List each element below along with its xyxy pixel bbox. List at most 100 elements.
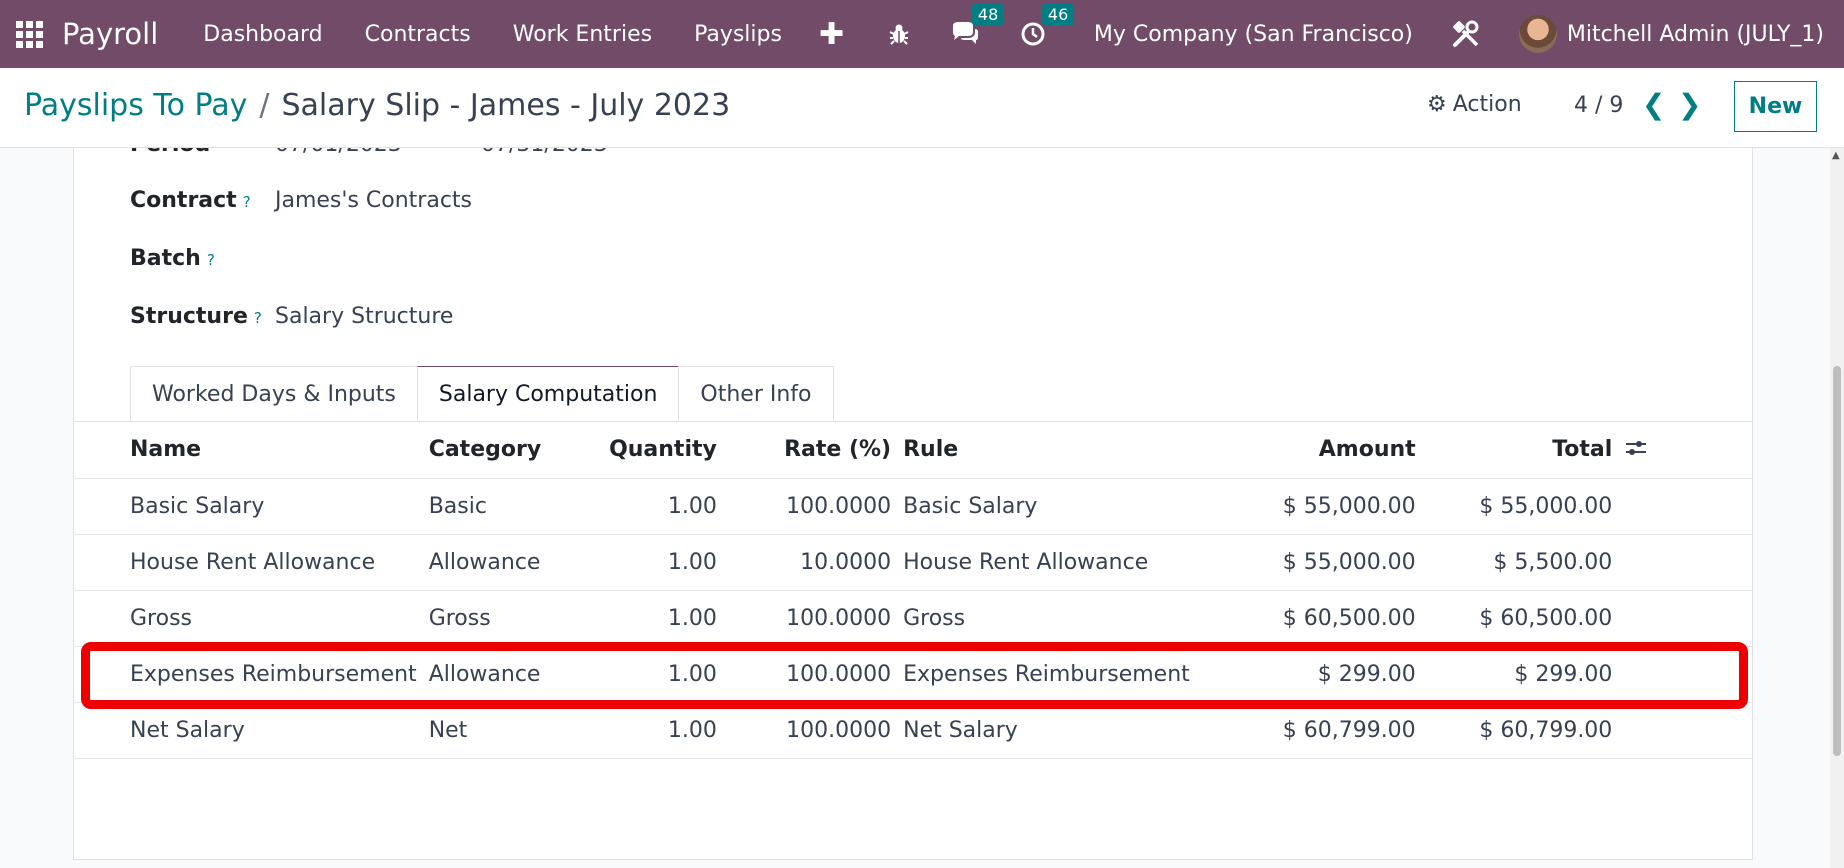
cell-spacer	[1618, 478, 1752, 535]
cell-total: $ 55,000.00	[1421, 478, 1619, 535]
tab-worked-days-inputs[interactable]: Worked Days & Inputs	[130, 366, 418, 421]
cell-name: Basic Salary	[74, 478, 423, 535]
table-header-row: Name Category Quantity Rate (%) Rule Amo…	[74, 422, 1752, 479]
pager-previous-icon[interactable]: ❮	[1642, 88, 1665, 121]
control-panel: Payslips To Pay / Salary Slip - James - …	[0, 68, 1844, 148]
structure-value[interactable]: Salary Structure	[275, 304, 453, 329]
column-header-amount[interactable]: Amount	[1196, 422, 1422, 479]
plus-icon[interactable]: ✚	[819, 17, 844, 52]
cell-category: Allowance	[422, 646, 589, 703]
menu-payslips[interactable]: Payslips	[673, 22, 803, 47]
breadcrumb: Payslips To Pay / Salary Slip - James - …	[24, 88, 730, 123]
cell-rule: Expenses Reimbursement	[897, 646, 1197, 703]
action-button[interactable]: ⚙ Action	[1427, 92, 1522, 117]
table-row-expenses-reimbursement[interactable]: Expenses Reimbursement Allowance 1.00 10…	[74, 646, 1752, 703]
menu-dashboard[interactable]: Dashboard	[182, 22, 343, 47]
pager-value[interactable]: 4 / 9	[1574, 93, 1623, 118]
cell-name: Gross	[74, 590, 423, 647]
batch-help-icon[interactable]: ?	[207, 251, 215, 269]
batch-field: Batch ?	[130, 246, 215, 271]
batch-label: Batch	[130, 246, 201, 271]
company-switcher[interactable]: My Company (San Francisco)	[1094, 22, 1413, 47]
cell-spacer	[1618, 534, 1752, 591]
cell-rule: Basic Salary	[897, 478, 1197, 535]
user-menu[interactable]: Mitchell Admin (JULY_1)	[1567, 22, 1824, 47]
table-row[interactable]: Gross Gross 1.00 100.0000 Gross $ 60,500…	[74, 590, 1752, 647]
column-header-category[interactable]: Category	[422, 422, 589, 479]
activities-badge: 46	[1041, 4, 1075, 25]
form-sheet: Period 07/01/2023 07/31/2023 Contract ? …	[73, 148, 1753, 860]
cell-spacer	[1618, 646, 1752, 703]
menu-work-entries[interactable]: Work Entries	[492, 22, 673, 47]
cell-rate: 100.0000	[722, 590, 898, 647]
sliders-icon[interactable]	[1624, 436, 1648, 464]
structure-field: Structure ? Salary Structure	[130, 304, 453, 329]
cell-category: Net	[422, 702, 589, 759]
cell-rate: 100.0000	[722, 478, 898, 535]
breadcrumb-current: Salary Slip - James - July 2023	[281, 88, 731, 123]
messages-icon[interactable]: 48	[950, 4, 1005, 47]
cell-rule: House Rent Allowance	[897, 534, 1197, 591]
column-header-total[interactable]: Total	[1421, 422, 1619, 479]
cell-rule: Gross	[897, 590, 1197, 647]
menu-contracts[interactable]: Contracts	[344, 22, 492, 47]
tab-salary-computation[interactable]: Salary Computation	[416, 366, 680, 421]
period-label: Period	[130, 148, 210, 157]
cell-quantity: 1.00	[588, 702, 723, 759]
breadcrumb-parent[interactable]: Payslips To Pay	[24, 88, 247, 123]
table-row[interactable]: House Rent Allowance Allowance 1.00 10.0…	[74, 534, 1752, 591]
column-header-rule[interactable]: Rule	[897, 422, 1197, 479]
optional-columns-toggle[interactable]	[1618, 422, 1752, 479]
period-to-value[interactable]: 07/31/2023	[481, 148, 608, 157]
period-field: Period 07/01/2023 07/31/2023	[130, 148, 608, 157]
column-header-quantity[interactable]: Quantity	[588, 422, 723, 479]
cell-quantity: 1.00	[588, 590, 723, 647]
app-brand[interactable]: Payroll	[62, 17, 158, 51]
contract-help-icon[interactable]: ?	[243, 193, 251, 211]
scroll-up-icon[interactable]: ▲	[1832, 150, 1840, 161]
app-grid-icon[interactable]	[14, 19, 44, 49]
breadcrumb-separator: /	[259, 88, 270, 123]
tab-other-info[interactable]: Other Info	[678, 366, 834, 421]
top-navbar: Payroll Dashboard Contracts Work Entries…	[0, 0, 1844, 68]
cell-total: $ 60,799.00	[1421, 702, 1619, 759]
column-header-rate[interactable]: Rate (%)	[722, 422, 898, 479]
cell-name: Expenses Reimbursement	[74, 646, 423, 703]
cell-rate: 100.0000	[722, 702, 898, 759]
salary-computation-table: Name Category Quantity Rate (%) Rule Amo…	[74, 422, 1752, 759]
debug-bug-icon[interactable]	[888, 22, 910, 46]
contract-field: Contract ? James's Contracts	[130, 188, 472, 213]
cell-quantity: 1.00	[588, 478, 723, 535]
page-scrollbar[interactable]: ▲	[1830, 148, 1844, 868]
cell-spacer	[1618, 590, 1752, 647]
table-row[interactable]: Net Salary Net 1.00 100.0000 Net Salary …	[74, 702, 1752, 759]
cell-rule: Net Salary	[897, 702, 1197, 759]
cell-amount: $ 60,500.00	[1196, 590, 1422, 647]
messages-badge: 48	[971, 4, 1005, 25]
cell-rate: 100.0000	[722, 646, 898, 703]
cell-total: $ 299.00	[1421, 646, 1619, 703]
cell-amount: $ 60,799.00	[1196, 702, 1422, 759]
pager-next-icon[interactable]: ❯	[1678, 88, 1701, 121]
notebook-tabs: Worked Days & Inputs Salary Computation …	[130, 366, 834, 421]
table-row[interactable]: Basic Salary Basic 1.00 100.0000 Basic S…	[74, 478, 1752, 535]
period-from-value[interactable]: 07/01/2023	[275, 148, 402, 157]
structure-label: Structure	[130, 304, 248, 329]
column-header-name[interactable]: Name	[74, 422, 423, 479]
gear-icon: ⚙	[1427, 92, 1447, 117]
user-avatar[interactable]	[1518, 15, 1557, 53]
cell-amount: $ 55,000.00	[1196, 534, 1422, 591]
structure-help-icon[interactable]: ?	[254, 309, 262, 327]
scrollbar-thumb[interactable]	[1833, 366, 1841, 756]
contract-label: Contract	[130, 188, 237, 213]
cell-name: House Rent Allowance	[74, 534, 423, 591]
cell-quantity: 1.00	[588, 534, 723, 591]
cell-quantity: 1.00	[588, 646, 723, 703]
cell-amount: $ 299.00	[1196, 646, 1422, 703]
new-button[interactable]: New	[1734, 81, 1817, 132]
settings-tools-icon[interactable]	[1451, 19, 1481, 49]
cell-total: $ 60,500.00	[1421, 590, 1619, 647]
cell-rate: 10.0000	[722, 534, 898, 591]
activity-clock-icon[interactable]: 46	[1020, 4, 1075, 47]
contract-value[interactable]: James's Contracts	[275, 188, 472, 213]
